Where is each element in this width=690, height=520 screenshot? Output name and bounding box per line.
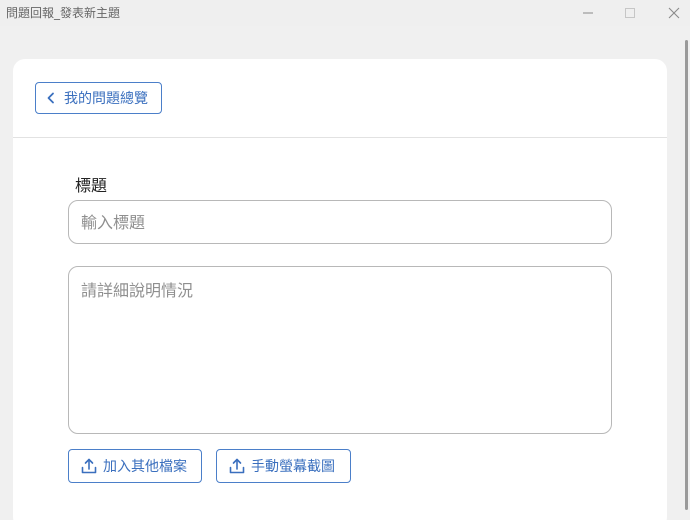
scrollbar-thumb[interactable] [685,40,688,510]
close-button[interactable] [652,0,690,26]
attach-file-button[interactable]: 加入其他檔案 [68,449,202,483]
title-input[interactable] [68,200,612,244]
header-divider [13,137,667,138]
back-button-label: 我的問題總覽 [64,91,148,107]
app-window: 問題回報_發表新主題 我的問題總覽 標題 輸入標題 請詳細說明情況 加入其他檔案… [0,0,690,520]
maximize-button[interactable] [608,0,652,26]
window-title: 問題回報_發表新主題 [6,6,121,20]
maximize-icon [625,8,635,18]
minimize-button[interactable] [566,0,610,26]
manual-screenshot-button[interactable]: 手動螢幕截圖 [216,449,351,483]
upload-icon [80,457,98,475]
manual-screenshot-label: 手動螢幕截圖 [251,459,335,475]
upload-icon [228,457,246,475]
back-to-overview-button[interactable]: 我的問題總覽 [35,82,162,114]
minimize-icon [583,12,593,14]
close-icon [668,7,680,19]
form-card: 我的問題總覽 標題 加入其他檔案 [13,59,667,520]
description-textarea[interactable] [68,266,612,434]
title-bar: 問題回報_發表新主題 [0,0,690,26]
title-label: 標題 [75,176,108,195]
chevron-left-icon [46,92,56,104]
attach-file-label: 加入其他檔案 [103,459,187,475]
